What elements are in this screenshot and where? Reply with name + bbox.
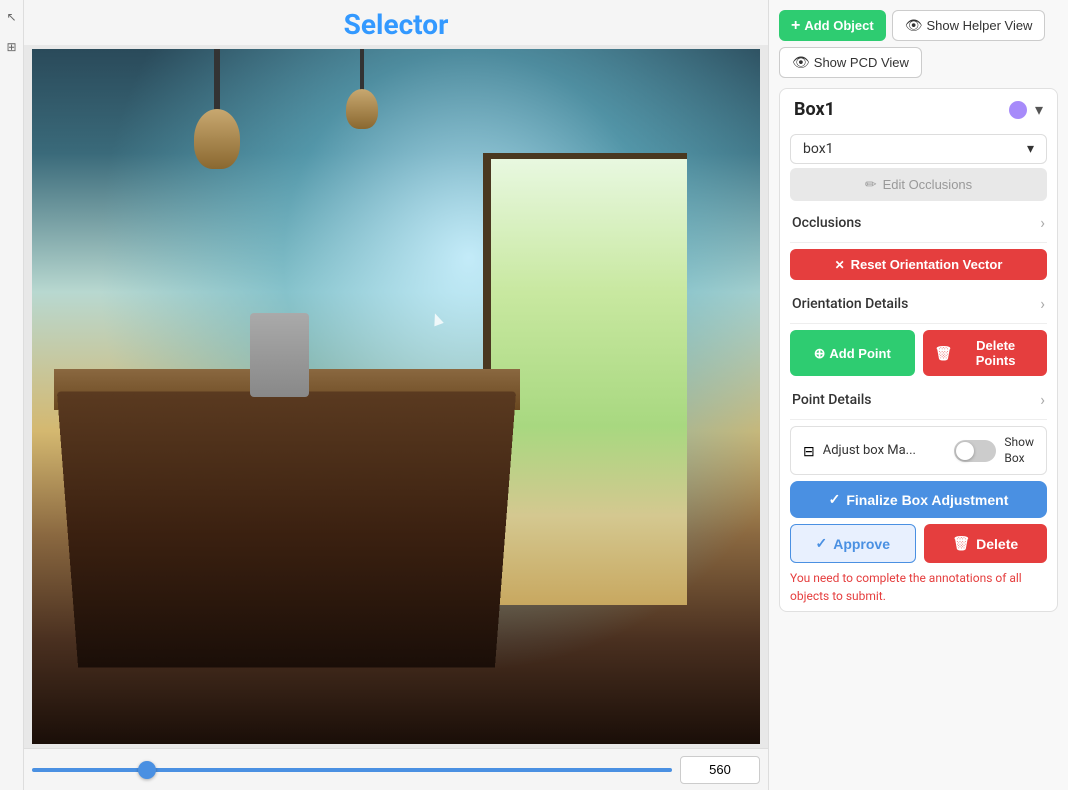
point-details-row[interactable]: Point Details › [780, 382, 1057, 417]
finalize-label: Finalize Box Adjustment [846, 492, 1008, 508]
box-header: Box1 ▾ [780, 89, 1057, 130]
pencil-icon [865, 176, 877, 193]
delete-points-label: Delete Points [956, 338, 1035, 368]
box-color-dot[interactable] [1009, 101, 1027, 119]
box-title: Box1 [794, 99, 835, 120]
add-object-label: Add Object [804, 18, 873, 33]
bottom-controls: 560 [24, 748, 768, 790]
check-icon [829, 491, 841, 508]
occlusions-chevron-icon: › [1040, 213, 1045, 232]
add-point-label: Add Point [829, 346, 890, 361]
box-dropdown-value: box1 [803, 141, 834, 157]
reset-orientation-label: Reset Orientation Vector [851, 257, 1003, 272]
chevron-down-icon[interactable]: ▾ [1035, 100, 1043, 119]
x-icon [835, 257, 845, 272]
edit-occlusions-label: Edit Occlusions [883, 177, 973, 192]
divider-3 [790, 419, 1047, 420]
plus-icon [791, 17, 800, 35]
delete-button[interactable]: Delete [924, 524, 1048, 563]
approve-button[interactable]: Approve [790, 524, 916, 563]
cursor-icon[interactable]: ↖ [3, 8, 21, 26]
adjust-box-label: Adjust box Ma... [823, 443, 947, 458]
show-helper-button[interactable]: Show Helper View [892, 10, 1046, 41]
show-pcd-button[interactable]: Show PCD View [779, 47, 922, 78]
trash-icon [935, 345, 953, 362]
add-point-button[interactable]: Add Point [790, 330, 915, 376]
left-sidebar: ↖ ⊞ [0, 0, 24, 790]
page-title: Selector [24, 0, 768, 45]
right-panel: Add Object Show Helper View Show PCD Vie… [768, 0, 1068, 790]
point-details-label: Point Details [792, 392, 871, 408]
approve-label: Approve [833, 536, 890, 552]
box-type-dropdown[interactable]: box1 ▾ [790, 134, 1047, 164]
point-buttons: Add Point Delete Points [790, 330, 1047, 376]
slider-thumb[interactable] [138, 761, 156, 779]
panel-top-buttons: Add Object Show Helper View Show PCD Vie… [769, 0, 1068, 84]
kitchen-scene [32, 49, 760, 744]
counter-dark [57, 391, 516, 667]
orientation-chevron-icon: › [1040, 294, 1045, 313]
show-pcd-label: Show PCD View [814, 55, 909, 70]
scene-viewer[interactable] [32, 49, 760, 744]
add-point-icon [814, 345, 826, 362]
delete-trash-icon [952, 535, 970, 552]
sliders-icon [803, 441, 815, 460]
toggle-thumb [956, 442, 974, 460]
finalize-box-button[interactable]: Finalize Box Adjustment [790, 481, 1047, 518]
approve-check-icon [815, 535, 827, 552]
pendant-light-1 [214, 49, 220, 169]
sink [250, 313, 308, 396]
edit-occlusions-button[interactable]: Edit Occlusions [790, 168, 1047, 201]
action-buttons: Approve Delete [790, 524, 1047, 563]
add-object-button[interactable]: Add Object [779, 10, 886, 41]
occlusions-row[interactable]: Occlusions › [780, 205, 1057, 240]
occlusions-label: Occlusions [792, 215, 861, 231]
dropdown-arrow-icon: ▾ [1027, 141, 1034, 157]
main-area: Selector 560 [24, 0, 768, 790]
divider-2 [790, 323, 1047, 324]
pendant-light-2 [360, 49, 364, 129]
eye-icon-helper [905, 17, 923, 34]
delete-points-button[interactable]: Delete Points [923, 330, 1048, 376]
show-box-toggle[interactable] [954, 440, 996, 462]
box-card: Box1 ▾ box1 ▾ Edit Occlusions Occlusions… [779, 88, 1058, 612]
delete-label: Delete [976, 536, 1018, 552]
warning-text: You need to complete the annotations of … [790, 569, 1047, 605]
divider-1 [790, 242, 1047, 243]
tool-icon[interactable]: ⊞ [3, 38, 21, 56]
slider-track[interactable] [32, 768, 672, 772]
point-details-chevron-icon: › [1040, 390, 1045, 409]
adjust-box-row: Adjust box Ma... ShowBox [790, 426, 1047, 475]
eye-icon-pcd [792, 54, 810, 71]
box-header-right: ▾ [1009, 100, 1043, 119]
show-box-label: ShowBox [1004, 435, 1034, 466]
reset-orientation-button[interactable]: Reset Orientation Vector [790, 249, 1047, 280]
orientation-details-label: Orientation Details [792, 296, 908, 312]
orientation-details-row[interactable]: Orientation Details › [780, 286, 1057, 321]
show-helper-label: Show Helper View [926, 18, 1032, 33]
frame-input[interactable]: 560 [680, 756, 760, 784]
timeline-slider-container [32, 768, 672, 772]
